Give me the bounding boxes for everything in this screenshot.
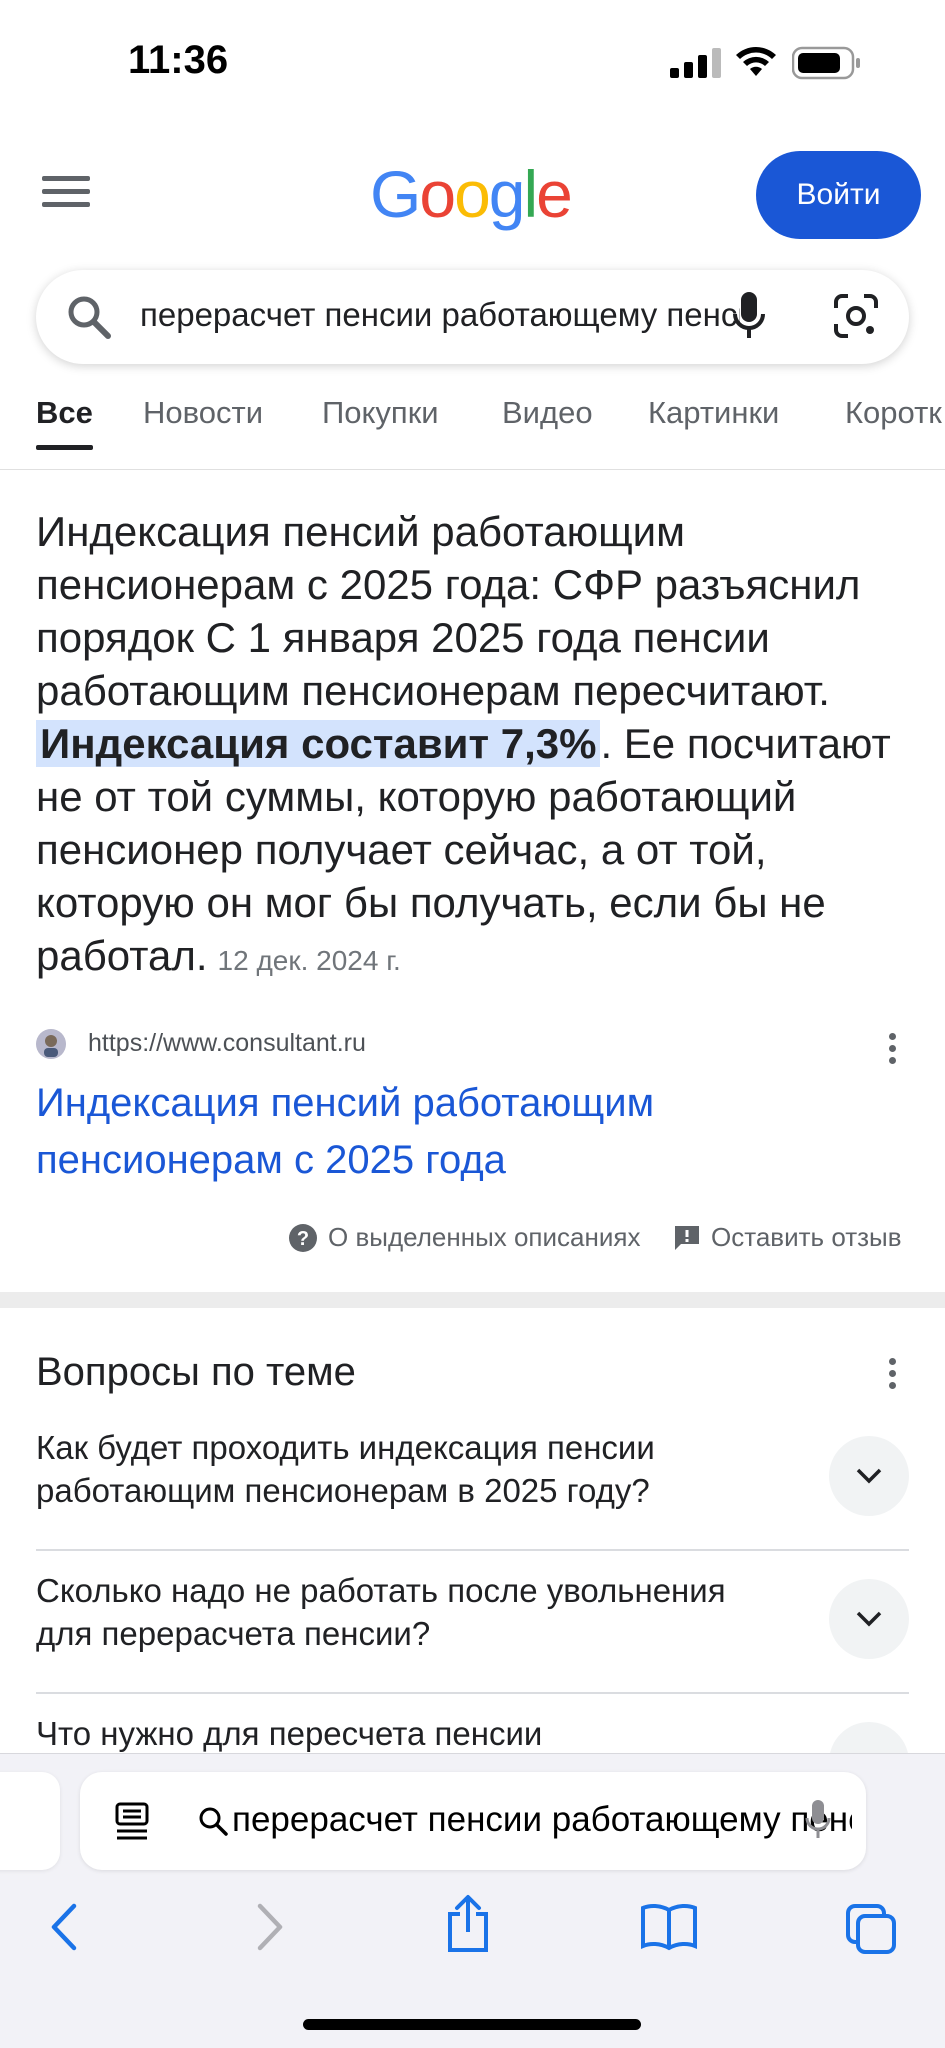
result-title-link[interactable]: Индексация пенсий работающим пенсионерам…: [36, 1075, 836, 1189]
more-options-icon[interactable]: [889, 1033, 903, 1069]
feedback-label: Оставить отзыв: [711, 1222, 902, 1252]
tab-shopping[interactable]: Покупки: [322, 395, 439, 431]
home-indicator[interactable]: [303, 2019, 641, 2030]
logo-letter: g: [488, 157, 526, 231]
snippet-text: Индексация пенсий работающим пенсионерам…: [36, 508, 861, 714]
svg-text:?: ?: [297, 1228, 309, 1250]
site-favicon[interactable]: [36, 1029, 66, 1059]
about-snippets-label: О выделенных описаниях: [328, 1222, 641, 1252]
search-icon: [199, 1807, 228, 1836]
more-options-icon[interactable]: [889, 1358, 903, 1394]
featured-snippet-text: Индексация пенсий работающим пенсионерам…: [36, 505, 916, 987]
section-divider: [0, 1292, 945, 1308]
snippet-highlight: Индексация составит 7,3%: [36, 720, 601, 767]
menu-icon[interactable]: [42, 176, 90, 212]
back-icon[interactable]: [46, 1902, 82, 1952]
logo-letter: o: [454, 157, 491, 231]
tab-images[interactable]: Картинки: [648, 395, 779, 431]
search-tabs: Все Новости Покупки Видео Картинки Корот…: [0, 395, 945, 470]
tab-all[interactable]: Все: [36, 395, 93, 450]
question-text: Как будет проходить индексация пенсии ра…: [36, 1429, 655, 1509]
question-item[interactable]: Сколько надо не работать после увольнени…: [36, 1551, 909, 1694]
status-bar: 11:36: [0, 0, 945, 120]
feedback-link[interactable]: Оставить отзыв: [673, 1222, 902, 1253]
forward-icon[interactable]: [252, 1902, 288, 1952]
chevron-down-icon[interactable]: [829, 1436, 909, 1516]
tab-video[interactable]: Видео: [502, 395, 593, 431]
address-bar[interactable]: перерасчет пенсии работающему пенсионеру: [80, 1772, 866, 1870]
chevron-down-icon[interactable]: [829, 1579, 909, 1659]
question-item[interactable]: Как будет проходить индексация пенсии ра…: [36, 1408, 909, 1551]
browser-toolbar: перерасчет пенсии работающему пенсионеру: [0, 1753, 945, 2048]
microphone-icon[interactable]: [804, 1798, 832, 1842]
status-time: 11:36: [128, 38, 229, 82]
previous-tab-preview[interactable]: [0, 1772, 60, 1870]
cellular-signal-icon: [670, 48, 721, 78]
question-text: Что нужно для пересчета пенсии: [36, 1715, 543, 1752]
question-text: Сколько надо не работать после увольнени…: [36, 1572, 726, 1652]
favicon-icon: [36, 1029, 66, 1059]
battery-icon: [792, 46, 860, 80]
address-text[interactable]: перерасчет пенсии работающему пенсионеру: [232, 1800, 852, 1840]
tab-news[interactable]: Новости: [143, 395, 263, 431]
google-lens-icon[interactable]: [832, 292, 880, 340]
snippet-date: 12 дек. 2024 г.: [217, 945, 401, 976]
share-icon[interactable]: [444, 1894, 492, 1954]
search-box[interactable]: перерасчет пенсии работающему пенсионеру…: [36, 270, 909, 364]
search-input[interactable]: перерасчет пенсии работающему пенсионеру…: [140, 296, 740, 334]
source-url[interactable]: https://www.consultant.ru: [88, 1029, 366, 1058]
signin-button[interactable]: Войти: [756, 151, 921, 239]
about-snippets-link[interactable]: ? О выделенных описаниях: [288, 1222, 640, 1253]
help-icon: ?: [289, 1223, 317, 1252]
logo-letter: l: [523, 157, 539, 231]
logo-letter: o: [419, 157, 456, 231]
tab-shorts[interactable]: Коротк: [845, 395, 942, 431]
feedback-icon: [675, 1225, 699, 1250]
google-logo[interactable]: Google: [370, 156, 573, 232]
logo-letter: G: [370, 157, 421, 231]
tabs-icon[interactable]: [844, 1902, 898, 1956]
bookmarks-icon[interactable]: [640, 1902, 698, 1952]
logo-letter: e: [536, 157, 573, 231]
related-questions-title: Вопросы по теме: [36, 1350, 356, 1394]
wifi-icon: [736, 47, 776, 76]
page-menu-icon[interactable]: [114, 1802, 150, 1840]
microphone-icon[interactable]: [732, 290, 766, 344]
search-icon[interactable]: [66, 294, 112, 340]
